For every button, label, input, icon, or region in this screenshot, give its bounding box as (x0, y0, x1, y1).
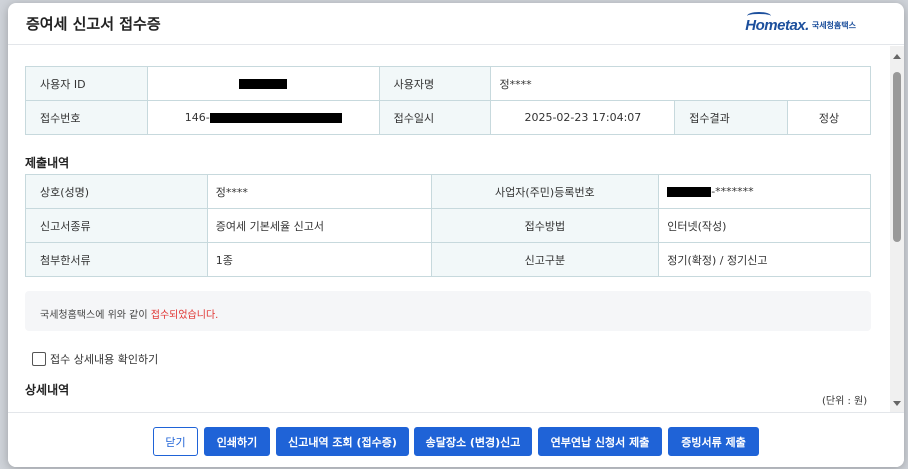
scroll-down-icon[interactable] (893, 401, 901, 406)
receipt-notice: 국세청홈택스에 위와 같이 접수되었습니다. (25, 291, 871, 331)
redacted-reg-no (667, 187, 712, 197)
table-row: 접수번호 146- 접수일시 2025-02-23 17:04:07 접수결과 … (25, 100, 871, 135)
receipt-info-table: 사용자 ID 사용자명 정**** 접수번호 146- 접수일시 2025-02… (25, 66, 871, 135)
method-value: 인터넷(작성) (658, 208, 871, 243)
redacted-user-id (239, 79, 288, 89)
unit-label: (단위 : 원) (822, 396, 868, 407)
detail-check-label[interactable]: 접수 상세내용 확인하기 (50, 351, 158, 367)
address-change-button[interactable]: 송달장소 (변경)신고 (414, 427, 532, 456)
reg-no-value: -******* (658, 174, 871, 209)
receipt-date-value: 2025-02-23 17:04:07 (490, 100, 676, 135)
table-row: 신고서종류 증여세 기본세율 신고서 접수방법 인터넷(작성) (25, 208, 871, 243)
notice-text: 국세청홈택스에 위와 같이 (40, 310, 151, 321)
reg-no-suffix: -******* (711, 185, 754, 198)
evidence-button[interactable]: 증빙서류 제출 (668, 427, 759, 456)
user-name-label: 사용자명 (378, 66, 492, 101)
category-label: 신고구분 (430, 242, 660, 277)
table-row: 첨부한서류 1종 신고구분 정기(확정) / 정기신고 (25, 242, 871, 277)
detail-check[interactable]: 접수 상세내용 확인하기 (32, 351, 158, 367)
receipt-no-prefix: 146- (184, 111, 210, 124)
history-button[interactable]: 신고내역 조회 (접수증) (276, 427, 409, 456)
detail-checkbox[interactable] (32, 352, 46, 366)
details-section-title: 상세내역 (25, 383, 70, 397)
modal-body: 사용자 ID 사용자명 정**** 접수번호 146- 접수일시 2025-02… (8, 46, 904, 412)
notice-highlight: 접수되었습니다. (150, 310, 219, 321)
trade-name-value: 정**** (206, 174, 432, 209)
yearend-button[interactable]: 연부연납 신청서 제출 (538, 427, 662, 456)
category-value: 정기(확정) / 정기신고 (658, 242, 871, 277)
hometax-logo-sub: 국세청홈택스 (811, 20, 856, 30)
receipt-date-label: 접수일시 (378, 100, 492, 135)
attach-value: 1종 (206, 242, 432, 277)
receipt-no-value: 146- (146, 100, 380, 135)
method-label: 접수방법 (430, 208, 660, 243)
form-type-value: 증여세 기본세율 신고서 (206, 208, 432, 243)
receipt-result-label: 접수결과 (674, 100, 789, 135)
reg-no-label: 사업자(주민)등록번호 (430, 174, 660, 209)
modal-footer: 닫기 인쇄하기 신고내역 조회 (접수증) 송달장소 (변경)신고 연부연납 신… (8, 412, 904, 467)
table-row: 사용자 ID 사용자명 정**** (25, 66, 871, 101)
user-id-label: 사용자 ID (25, 66, 148, 101)
hometax-logo-mark: Hometax. (745, 11, 809, 34)
receipt-result-value: 정상 (787, 100, 871, 135)
submission-section-title: 제출내역 (25, 156, 70, 170)
scroll-thumb[interactable] (893, 72, 901, 242)
table-row: 상호(성명) 정**** 사업자(주민)등록번호 -******* (25, 174, 871, 209)
modal-title: 증여세 신고서 접수증 (26, 15, 161, 33)
redacted-receipt-no (209, 113, 342, 123)
vertical-scrollbar[interactable] (890, 46, 904, 412)
user-id-value (146, 66, 380, 101)
scroll-up-icon[interactable] (893, 54, 901, 59)
modal-header: 증여세 신고서 접수증 Hometax. 국세청홈택스 (8, 3, 904, 45)
user-name-value: 정**** (490, 66, 871, 101)
submission-table: 상호(성명) 정**** 사업자(주민)등록번호 -******* 신고서종류 … (25, 174, 871, 277)
receipt-modal: 증여세 신고서 접수증 Hometax. 국세청홈택스 사용자 ID 사용자명 … (8, 3, 904, 467)
print-button[interactable]: 인쇄하기 (204, 427, 270, 456)
attach-label: 첨부한서류 (25, 242, 208, 277)
receipt-no-label: 접수번호 (25, 100, 148, 135)
hometax-logo: Hometax. 국세청홈택스 (745, 11, 856, 35)
form-type-label: 신고서종류 (25, 208, 208, 243)
close-button[interactable]: 닫기 (153, 427, 198, 456)
trade-name-label: 상호(성명) (25, 174, 208, 209)
